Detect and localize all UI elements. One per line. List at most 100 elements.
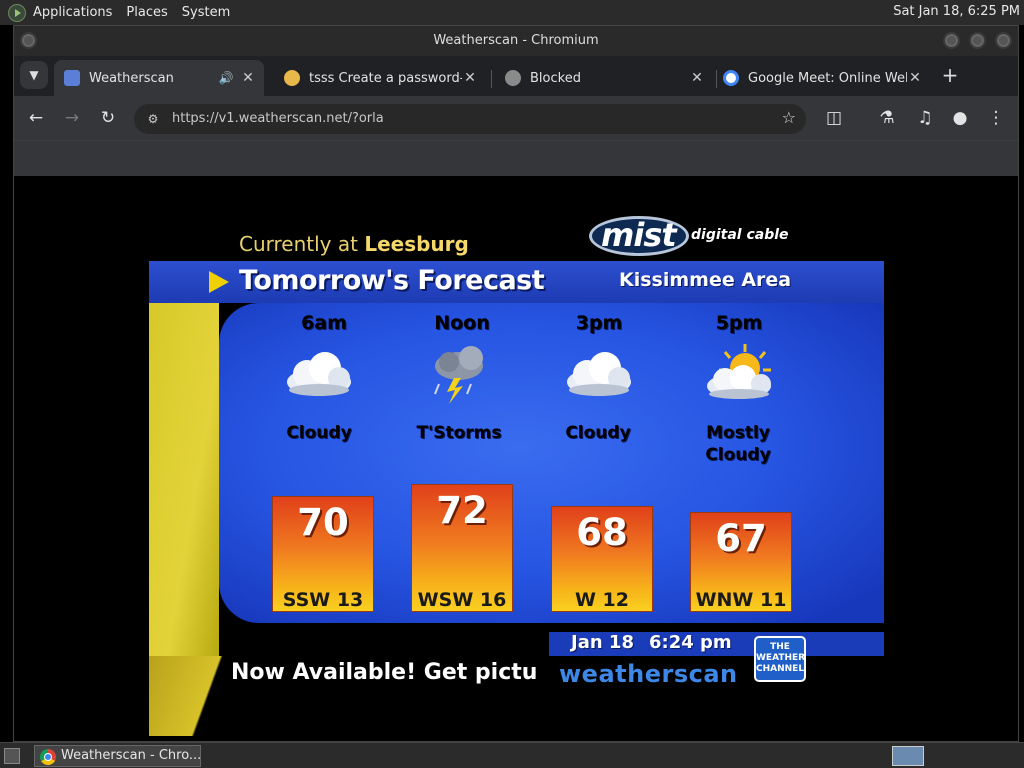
weatherscan-display[interactable]: Currently at Leesburg mist digital cable… (149, 184, 884, 736)
display-date: Jan 18 (571, 632, 634, 653)
twc-line-3: CHANNEL (756, 664, 805, 674)
sponsor-tagline: digital cable (691, 227, 789, 243)
tab-search-button[interactable]: ▼ (20, 61, 48, 89)
yellow-swoosh-left (149, 303, 219, 663)
taskbar-window-button[interactable]: Weatherscan - Chro... (34, 745, 201, 767)
period-condition: Cloudy (538, 422, 658, 444)
period-temp: 67 (715, 517, 767, 560)
period-time: Noon (434, 312, 490, 334)
close-tab-icon[interactable]: ✕ (240, 70, 256, 86)
condition-line-1: T'Storms (416, 423, 502, 443)
profile-button[interactable]: ● (948, 106, 972, 130)
media-queue-icon: ♫ (917, 108, 933, 128)
applications-menu[interactable]: Applications (33, 5, 112, 20)
site-info-icon[interactable]: ⚙ (144, 110, 162, 128)
minimize-icon[interactable] (943, 32, 960, 49)
browser-window: Weatherscan - Chromium ▼ Weatherscan 🔊 ✕… (13, 25, 1019, 742)
temp-bar: 70 SSW 13 (272, 496, 374, 612)
arrow-right-icon: → (64, 108, 80, 128)
extensions-button[interactable]: ◫ (822, 106, 846, 130)
display-time: 6:24 pm (649, 632, 732, 653)
forward-button[interactable]: → (60, 106, 84, 130)
period-condition: T'Storms (399, 422, 519, 444)
chevron-down-icon: ▼ (29, 68, 39, 82)
panel-clock[interactable]: Sat Jan 18, 6:25 PM (893, 4, 1020, 19)
temp-bar: 72 WSW 16 (411, 484, 513, 612)
condition-line-1: Cloudy (565, 423, 631, 443)
media-controls-button[interactable]: ♫ (913, 106, 937, 130)
cloud-icon (567, 352, 631, 396)
window-titlebar[interactable]: Weatherscan - Chromium (14, 26, 1018, 56)
period-temp: 70 (297, 501, 349, 544)
page-content[interactable]: Currently at Leesburg mist digital cable… (14, 176, 1018, 741)
twc-line-2: WEATHER (756, 653, 806, 663)
labs-button[interactable]: ⚗ (875, 106, 899, 130)
back-button[interactable]: ← (24, 106, 48, 130)
tab-title: Google Meet: Online Web (748, 70, 907, 86)
period-wind: WSW 16 (417, 589, 507, 611)
area-name: Kissimmee Area (619, 269, 792, 291)
chromium-icon (40, 749, 56, 765)
weatherscan-brand: weatherscan (559, 660, 738, 688)
forecast-header: Tomorrow's Forecast Kissimmee Area (149, 261, 884, 303)
places-menu[interactable]: Places (126, 5, 167, 20)
system-menu[interactable]: System (182, 5, 230, 20)
flask-icon: ⚗ (879, 108, 895, 128)
thunderstorm-icon (434, 346, 483, 404)
period-time: 5pm (715, 312, 763, 334)
condition-line-2: Cloudy (705, 445, 771, 465)
period-condition: Cloudy (259, 422, 379, 444)
tab-weatherscan[interactable]: Weatherscan 🔊 ✕ (54, 60, 264, 96)
tab-password[interactable]: tsss Create a password-p ✕ (274, 60, 486, 96)
window-title: Weatherscan - Chromium (433, 33, 599, 48)
close-tab-icon[interactable]: ✕ (907, 70, 923, 86)
period-wind: WNW 11 (695, 589, 787, 611)
bookmark-star-icon[interactable]: ☆ (782, 108, 796, 127)
close-tab-icon[interactable]: ✕ (462, 70, 478, 86)
period-temp: 68 (576, 511, 628, 554)
date-time-bar: Jan 18 6:24 pm (549, 632, 884, 656)
tab-google-meet[interactable]: Google Meet: Online Web ✕ (713, 60, 931, 96)
address-bar[interactable]: ⚙ https://v1.weatherscan.net/?orla ☆ (134, 104, 806, 134)
weatherscan-favicon-icon (64, 70, 80, 86)
tab-separator (491, 70, 492, 88)
show-desktop-icon[interactable] (4, 748, 20, 764)
avatar-icon: ● (952, 108, 968, 128)
puzzle-icon: ◫ (825, 108, 843, 128)
currently-city: Leesburg (364, 232, 469, 256)
browser-toolbar: ← → ↻ ⚙ https://v1.weatherscan.net/?orla… (14, 96, 1018, 140)
tab-title: Weatherscan (89, 70, 174, 86)
sponsor-name: mist (601, 216, 677, 254)
mist-digital-cable-logo: mist digital cable (589, 214, 789, 258)
currently-at-label: Currently at Leesburg (239, 232, 469, 256)
twc-line-1: THE (770, 642, 790, 652)
period-temp: 72 (436, 489, 488, 532)
top-panel: Applications Places System Sat Jan 18, 6… (0, 0, 1024, 25)
maximize-icon[interactable] (969, 32, 986, 49)
reload-button[interactable]: ↻ (96, 106, 120, 130)
close-tab-icon[interactable]: ✕ (689, 70, 705, 86)
bookmarks-bar (14, 140, 1018, 176)
period-time: 3pm (575, 312, 623, 334)
gnome-foot-icon[interactable] (8, 3, 26, 22)
temp-bar: 67 WNW 11 (690, 512, 792, 612)
currently-prefix: Currently at (239, 232, 358, 256)
globe-icon (505, 70, 521, 86)
plus-icon: + (941, 63, 959, 87)
period-condition: Mostly Cloudy (678, 422, 798, 466)
taskbar-window-label: Weatherscan - Chro... (61, 748, 201, 763)
cloud-icon (287, 352, 351, 396)
close-window-icon[interactable] (995, 32, 1012, 49)
new-tab-button[interactable]: + (938, 64, 962, 88)
workspace-switcher[interactable] (892, 746, 924, 766)
tab-blocked[interactable]: Blocked ✕ (495, 60, 713, 96)
reload-icon: ↻ (100, 108, 116, 128)
window-menu-icon[interactable] (20, 32, 37, 49)
google-g-icon (723, 70, 739, 86)
url-text[interactable]: https://v1.weatherscan.net/?orla (172, 111, 384, 126)
speaker-icon[interactable]: 🔊 (218, 71, 234, 85)
weather-channel-logo: THE WEATHER CHANNEL (754, 636, 806, 682)
chrome-menu-button[interactable]: ⋮ (984, 106, 1008, 130)
kebab-menu-icon: ⋮ (987, 108, 1005, 128)
period-wind: SSW 13 (282, 589, 364, 611)
